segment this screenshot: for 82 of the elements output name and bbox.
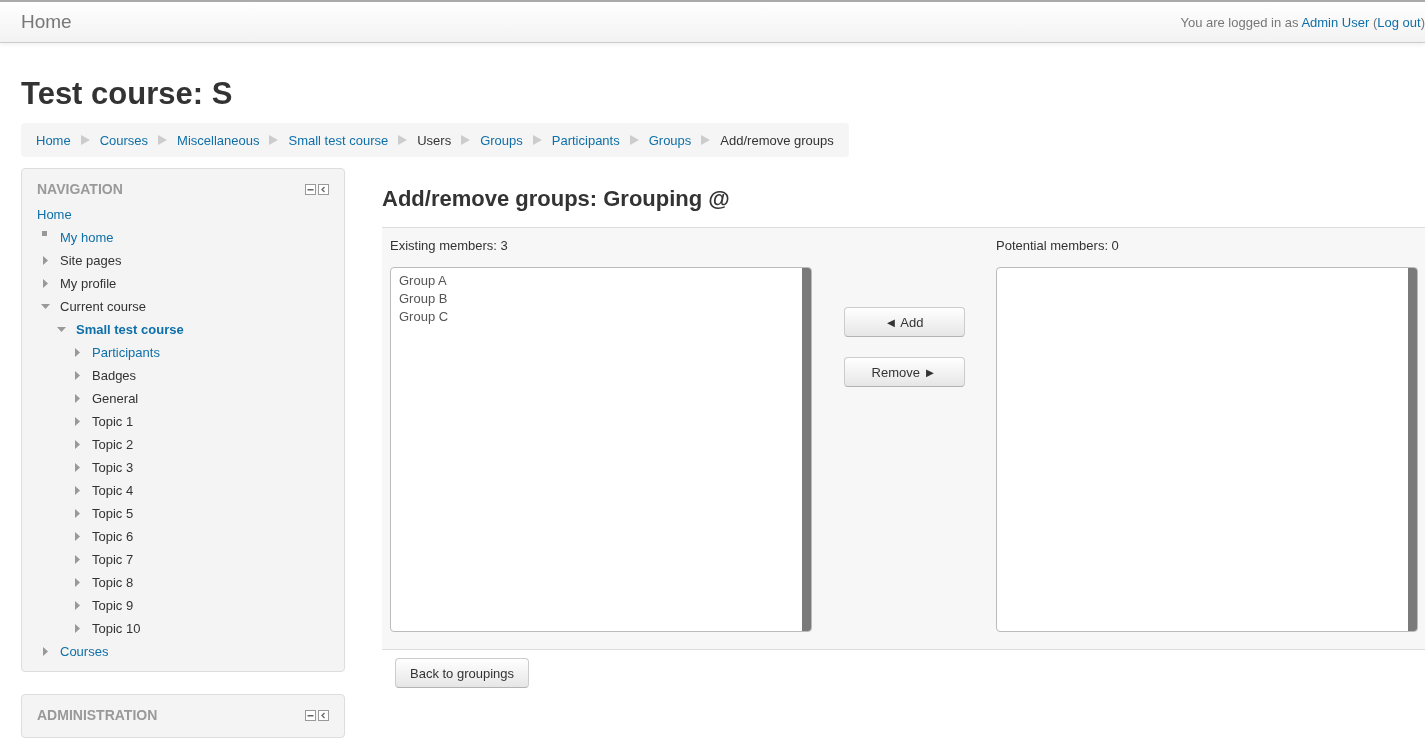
section-heading: Add/remove groups: Grouping @	[382, 186, 731, 212]
list-label: Existing members: 3	[390, 238, 509, 255]
breadcrumb-link[interactable]: Home	[36, 132, 71, 148]
scrollbar[interactable]	[1408, 268, 1417, 631]
block-title: NAVIGATION	[37, 181, 123, 197]
nav-item[interactable]: Topic 10	[92, 621, 141, 636]
collapsed-arrow-icon[interactable]	[73, 578, 82, 587]
nav-item[interactable]: Topic 3	[92, 460, 134, 475]
add-button[interactable]: ◄ Add	[843, 307, 965, 337]
collapsed-arrow-icon[interactable]	[73, 532, 82, 541]
list-option[interactable]: Group C	[399, 308, 794, 326]
scrollbar[interactable]	[802, 268, 811, 631]
back-button[interactable]: Back to groupings	[395, 658, 530, 688]
breadcrumb-link[interactable]: Small test course	[288, 132, 389, 148]
breadcrumb-link[interactable]: Miscellaneous	[177, 132, 260, 148]
collapsed-arrow-icon[interactable]	[73, 601, 82, 610]
block-title: ADMINISTRATION	[37, 707, 158, 723]
nav-item[interactable]: General	[92, 391, 139, 406]
collapsed-arrow-icon[interactable]	[73, 348, 82, 357]
separator-icon	[461, 135, 471, 145]
nav-item[interactable]: Topic 4	[92, 483, 134, 498]
collapsed-arrow-icon[interactable]	[73, 371, 82, 380]
list-label: Potential members: 0	[996, 238, 1120, 255]
minimize-icon[interactable]	[305, 183, 316, 195]
nav-item[interactable]: Topic 6	[92, 529, 134, 544]
nav-link[interactable]: Courses	[60, 644, 109, 659]
breadcrumb-link[interactable]: Groups	[648, 132, 692, 148]
page-title: Test course: S	[21, 76, 234, 112]
nav-link[interactable]: Home	[37, 207, 72, 222]
nav-link[interactable]: Small test course	[76, 322, 184, 337]
dock-icon[interactable]	[318, 709, 329, 721]
parenthesis-text: (	[1372, 14, 1378, 30]
collapsed-arrow-icon[interactable]	[73, 509, 82, 518]
expanded-arrow-icon[interactable]	[41, 302, 50, 311]
minimize-icon[interactable]	[305, 709, 316, 721]
bullet-icon	[41, 230, 50, 239]
nav-item[interactable]: My profile	[60, 276, 117, 291]
collapsed-arrow-icon[interactable]	[41, 256, 50, 265]
login-text: You are logged in as	[1180, 14, 1299, 30]
breadcrumb-link[interactable]: Participants	[551, 132, 620, 148]
nav-link[interactable]: Participants	[92, 345, 160, 360]
nav-item[interactable]: Site pages	[60, 253, 122, 268]
collapsed-arrow-icon[interactable]	[41, 279, 50, 288]
user-link[interactable]: Admin User	[1301, 14, 1370, 30]
separator-icon	[80, 135, 90, 145]
collapsed-arrow-icon[interactable]	[41, 647, 50, 656]
brand-link[interactable]: Home	[21, 11, 72, 33]
collapsed-arrow-icon[interactable]	[73, 555, 82, 564]
separator-icon	[532, 135, 542, 145]
separator-icon	[701, 135, 711, 145]
collapsed-arrow-icon[interactable]	[73, 440, 82, 449]
breadcrumb-text: Add/remove groups	[720, 132, 834, 148]
separator-icon	[158, 135, 168, 145]
collapsed-arrow-icon[interactable]	[73, 417, 82, 426]
breadcrumb-link[interactable]: Groups	[480, 132, 523, 148]
expanded-arrow-icon[interactable]	[57, 325, 66, 334]
collapsed-arrow-icon[interactable]	[73, 394, 82, 403]
nav-item[interactable]: Topic 8	[92, 575, 134, 590]
dock-icon[interactable]	[318, 183, 329, 195]
list-option[interactable]: Group B	[399, 290, 794, 308]
list-option[interactable]: Group A	[399, 272, 794, 290]
separator-icon	[269, 135, 279, 145]
nav-item[interactable]: Topic 9	[92, 598, 134, 613]
breadcrumb-link[interactable]: Courses	[99, 132, 149, 148]
separator-icon	[629, 135, 639, 145]
remove-button[interactable]: Remove ►	[843, 357, 965, 387]
nav-item[interactable]: Topic 5	[92, 506, 134, 521]
nav-item[interactable]: Topic 2	[92, 437, 134, 452]
collapsed-arrow-icon[interactable]	[73, 463, 82, 472]
nav-item[interactable]: Current course	[60, 299, 146, 314]
existing-members-list[interactable]: Group A Group B Group C	[390, 267, 812, 632]
nav-item[interactable]: Topic 7	[92, 552, 134, 567]
breadcrumb-text: Users	[417, 132, 452, 148]
collapsed-arrow-icon[interactable]	[73, 624, 82, 633]
nav-item[interactable]: Badges	[92, 368, 137, 383]
logout-link[interactable]: Log out	[1377, 14, 1421, 30]
separator-icon	[398, 135, 408, 145]
collapsed-arrow-icon[interactable]	[73, 486, 82, 495]
parenthesis-text: )	[1420, 14, 1425, 30]
nav-item[interactable]: Topic 1	[92, 414, 134, 429]
potential-members-list[interactable]	[996, 267, 1418, 632]
nav-link[interactable]: My home	[60, 230, 114, 245]
